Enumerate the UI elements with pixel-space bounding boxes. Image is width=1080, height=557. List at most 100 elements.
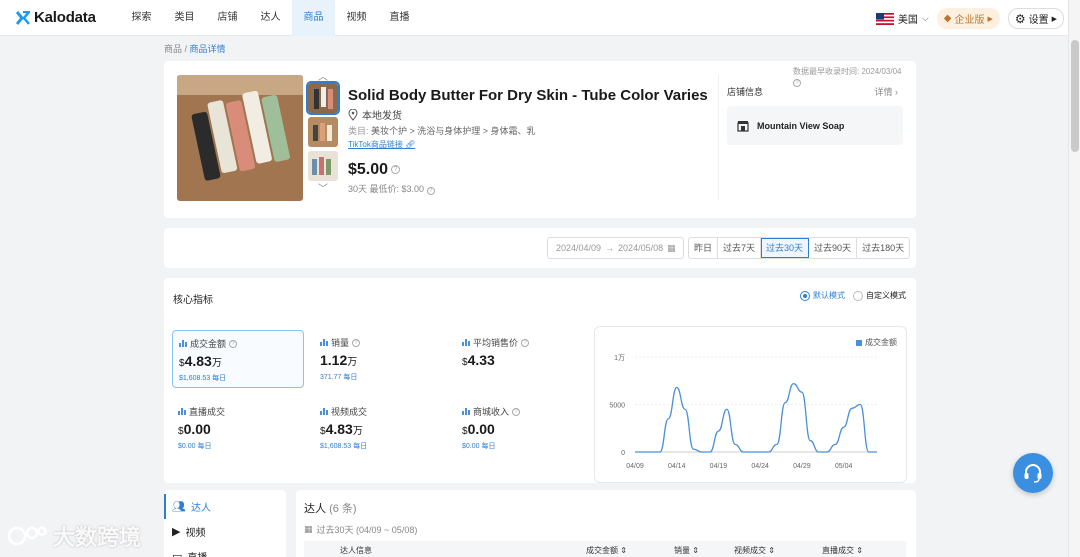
metric-card[interactable]: 直播成交 $0.00 $0.00 每日 [172, 399, 304, 457]
data-time-text: 数据最早收录时间: 2024/03/04 [793, 67, 902, 76]
link-icon: 🔗︎ [405, 140, 416, 149]
thumbnail-1[interactable] [306, 81, 340, 115]
bar-chart-icon [462, 408, 470, 415]
nav-item[interactable]: 商品 [292, 0, 335, 36]
default-mode-radio[interactable]: 默认模式 [800, 290, 845, 301]
shipping-info: 本地发货 [348, 107, 402, 122]
date-arrow: → [605, 243, 615, 253]
nav-item[interactable]: 达人 [249, 0, 292, 36]
brand-name: Kalodata [34, 9, 96, 26]
table-column-header[interactable]: 直播成交 ⇕ [822, 545, 863, 556]
shop-card[interactable]: Mountain View Soap [727, 106, 903, 145]
enterprise-button[interactable]: ◆ 企业版 ▶ [936, 8, 1000, 29]
customer-service-button[interactable] [1013, 453, 1053, 493]
period-option[interactable]: 过去90天 [809, 238, 858, 258]
main-nav: 探索 类目 店铺 达人 商品 视频 直播 [120, 0, 421, 36]
legend-swatch [856, 339, 862, 346]
nav-item[interactable]: 视频 [335, 0, 378, 36]
legend-label: 成交金额 [865, 338, 897, 347]
shop-details-label[interactable]: 详情 [874, 87, 892, 97]
scrollbar-thumb[interactable] [1071, 40, 1079, 152]
enterprise-label: 企业版 [954, 15, 985, 26]
live-icon: ▭ [172, 551, 183, 557]
metric-value: $4.83万 [179, 353, 297, 369]
region-selector[interactable]: 美国 ⌵ [875, 11, 929, 26]
thumbnail-3[interactable] [308, 151, 338, 181]
shop-name: Mountain View Soap [757, 120, 845, 131]
nav-item[interactable]: 店铺 [206, 0, 249, 36]
caret-right-icon: ▶ [987, 15, 993, 23]
sidebar-item[interactable]: ▶︎ 视频 [164, 519, 286, 544]
metric-card[interactable]: 成交金额? $4.83万 $1,608.53 每日 [172, 330, 304, 388]
category-value[interactable]: 美妆个护 > 洗浴与身体护理 > 身体霜、乳 [371, 126, 536, 136]
metric-label: 销量 [331, 338, 350, 348]
metric-unit: 万 [352, 426, 363, 437]
metric-label-row: 商城收入? [462, 405, 582, 418]
watermark-logo-icon [8, 526, 47, 546]
radio-icon [853, 290, 863, 301]
period-option[interactable]: 过去180天 [857, 238, 909, 258]
info-icon[interactable]: ? [512, 407, 521, 416]
divider [718, 75, 719, 200]
nav-item[interactable]: 探索 [120, 0, 163, 36]
metric-label: 成交金额 [190, 339, 227, 349]
sidebar-item-label: 视频 [185, 528, 206, 539]
nav-item[interactable]: 类目 [163, 0, 206, 36]
core-metrics-title: 核心指标 [173, 295, 213, 306]
metric-card[interactable]: 销量? 1.12万 371.77 每日 [314, 330, 446, 388]
product-category: 类目: 美妆个护 > 洗浴与身体护理 > 身体霜、乳 [348, 124, 536, 137]
period-option[interactable]: 昨日 [689, 238, 719, 258]
metric-label-row: 销量? [320, 336, 440, 349]
sidebar-item[interactable]: 👥︎ 达人 [164, 494, 286, 519]
y-tick-label: 1万 [614, 354, 625, 362]
metric-card[interactable]: 平均销售价? $4.33 [456, 330, 588, 388]
table-column-header: 达人信息 [340, 545, 372, 555]
core-metrics-card: 核心指标 默认模式 自定义模式 成交金额? $4.83万 $1,608.53 每日 销… [164, 278, 916, 483]
info-icon[interactable]: ? [391, 165, 401, 175]
data-collection-time: 数据最早收录时间: 2024/03/04 ? [793, 66, 904, 87]
chevron-up-icon[interactable]: ︿ [308, 73, 338, 83]
custom-mode-radio[interactable]: 自定义模式 [853, 290, 906, 301]
lowest-price-text: 30天 最低价: $3.00 [348, 184, 425, 194]
metric-card[interactable]: 商城收入? $0.00 $0.00 每日 [456, 399, 588, 457]
gear-icon: ⚙ [1014, 11, 1026, 26]
calendar-icon: ▦ [667, 242, 676, 253]
info-icon[interactable]: ? [521, 338, 530, 347]
brand-logo[interactable]: Kalodata [16, 9, 96, 26]
breadcrumb-root[interactable]: 商品 [164, 44, 182, 54]
product-main-image[interactable] [177, 75, 303, 201]
table-column-header[interactable]: 成交金额 ⇕ [586, 545, 627, 556]
info-icon[interactable]: ? [229, 339, 238, 348]
period-selector: 昨日 过去7天 过去30天 过去90天 过去180天 [688, 237, 911, 259]
kalodata-logo-icon [16, 10, 30, 25]
info-icon[interactable]: ? [352, 338, 361, 347]
table-column-header[interactable]: 销量 ⇕ [674, 545, 699, 556]
breadcrumb-current: 商品详情 [189, 44, 226, 54]
info-icon[interactable]: ? [793, 79, 801, 87]
tiktok-link-text[interactable]: TikTok商品链接 [348, 140, 403, 149]
metric-number: 4.33 [467, 352, 495, 368]
date-range-picker[interactable]: 2024/04/09 → 2024/05/08 ▦ [547, 237, 684, 259]
sidebar-item[interactable]: ▭ 直播 [164, 544, 286, 557]
category-label: 类目: [348, 126, 372, 136]
settings-button[interactable]: ⚙ 设置 ▶ [1007, 8, 1064, 29]
series-line[interactable] [634, 382, 877, 453]
lowest-price: 30天 最低价: $3.00 ? [348, 182, 435, 195]
custom-mode-label: 自定义模式 [866, 291, 906, 300]
page-scrollbar[interactable] [1068, 0, 1080, 557]
thumbnail-2[interactable] [308, 117, 338, 147]
tiktok-product-link[interactable]: TikTok商品链接 🔗︎ [348, 139, 415, 150]
influencers-title: 达人 (6 条) [304, 500, 357, 516]
metric-daily: 371.77 每日 [320, 374, 358, 381]
table-column-header[interactable]: 视频成交 ⇕ [734, 545, 775, 556]
chevron-down-icon[interactable]: ﹀ [308, 185, 338, 195]
nav-item[interactable]: 直播 [378, 0, 421, 36]
chart-legend[interactable]: 成交金额 [856, 337, 897, 348]
info-icon[interactable]: ? [426, 187, 435, 195]
period-option[interactable]: 过去30天 [761, 238, 810, 258]
period-option[interactable]: 过去7天 [718, 238, 762, 258]
x-tick-label: 05/04 [835, 463, 853, 470]
shop-info-header: 店铺信息 [727, 87, 764, 97]
metric-number: 1.12 [320, 352, 348, 368]
metric-card[interactable]: 视频成交 $4.83万 $1,608.53 每日 [314, 399, 446, 457]
